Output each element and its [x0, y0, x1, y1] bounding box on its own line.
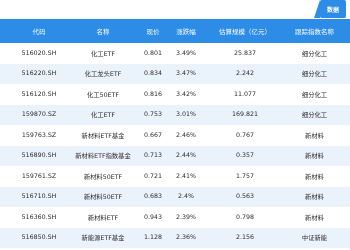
- cell-size: 11.077: [233, 90, 257, 98]
- cell-code: 159763.SZ: [21, 131, 57, 139]
- cell-change: 2.44%: [175, 152, 196, 160]
- cell-change: 2.36%: [175, 234, 196, 242]
- cell-code: 516020.SH: [21, 49, 57, 57]
- cell-size: 2.242: [235, 70, 255, 78]
- header-index: 跟踪指数名称: [295, 28, 334, 36]
- table-row: 516710.SH 新材料50ETF 0.683 2.4% 0.563 新材料: [0, 186, 350, 207]
- cell-name: 新材料ETF: [87, 214, 119, 222]
- cell-price: 0.683: [143, 193, 163, 201]
- table-row: 159870.SZ 化工ETF 0.753 3.01% 169.821 细分化工: [0, 104, 350, 125]
- table-row: 516020.SH 化工ETF 0.801 3.49% 25.837 细分化工: [0, 43, 350, 64]
- table-row: 159763.SZ 新材料ETF基金 0.667 2.46% 0.767 新材料: [0, 125, 350, 146]
- cell-price: 0.801: [143, 49, 163, 57]
- table-header: 代码 名称 现价 涨跌幅 估算规模（亿元） 跟踪指数名称: [0, 19, 350, 43]
- cell-price: 0.943: [143, 213, 163, 221]
- cell-price: 0.721: [143, 172, 163, 180]
- cell-change: 3.42%: [175, 90, 196, 98]
- cell-change: 2.39%: [175, 213, 196, 221]
- cell-index: 新材料: [305, 153, 324, 161]
- cell-name: 新能源ETF基金: [81, 235, 125, 243]
- cell-change: 3.01%: [175, 111, 196, 119]
- table-row: 516850.SH 新能源ETF基金 1.128 2.36% 2.156 中证新…: [0, 227, 350, 248]
- cell-code: 159870.SZ: [21, 111, 57, 119]
- table-row: 516220.SH 化工龙头ETF 0.834 3.47% 2.242 细分化工: [0, 63, 350, 84]
- cell-price: 1.128: [143, 234, 163, 242]
- cell-price: 0.713: [143, 152, 163, 160]
- cell-index: 细分化工: [301, 91, 328, 99]
- cell-price: 0.753: [143, 111, 163, 119]
- cell-code: 516710.SH: [21, 193, 57, 201]
- header-size: 估算规模（亿元）: [219, 28, 271, 36]
- cell-code: 516890.SH: [21, 152, 57, 160]
- cell-index: 新材料: [305, 214, 324, 222]
- cell-change: 3.47%: [175, 70, 196, 78]
- cell-price: 0.667: [143, 131, 163, 139]
- header-name: 名称: [96, 28, 110, 36]
- cell-index: 新材料: [305, 194, 324, 202]
- cell-code: 516120.SH: [21, 90, 57, 98]
- cell-name: 化工龙头ETF: [84, 71, 122, 79]
- cell-size: 1.757: [235, 172, 255, 180]
- cell-index: 细分化工: [301, 50, 328, 58]
- cell-index: 新材料: [305, 173, 324, 181]
- cell-name: 新材料50ETF: [83, 173, 123, 181]
- cell-size: 0.767: [235, 131, 255, 139]
- cell-size: 0.357: [235, 152, 255, 160]
- cell-change: 2.41%: [175, 172, 196, 180]
- cell-index: 细分化工: [301, 112, 328, 120]
- cell-code: 516220.SH: [21, 70, 57, 78]
- cell-name: 化工ETF: [90, 112, 116, 120]
- cell-index: 新材料: [305, 132, 324, 140]
- cell-size: 0.563: [235, 193, 255, 201]
- cell-name: 新材料ETF指数基金: [75, 153, 131, 161]
- table-row: 516360.SH 新材料ETF 0.943 2.39% 0.798 新材料: [0, 207, 350, 228]
- header-code: 代码: [32, 28, 46, 36]
- fund-table-screenshot: 数据 代码 名称 现价 涨跌幅 估算规模（亿元） 跟踪指数名称 516020.S…: [0, 0, 350, 250]
- header-change: 涨跌幅: [176, 28, 196, 36]
- cell-name: 化工ETF: [90, 50, 116, 58]
- brand-logo: 数据: [314, 0, 346, 18]
- cell-size: 169.821: [231, 111, 259, 119]
- header-price: 现价: [146, 28, 160, 36]
- cell-price: 0.816: [143, 90, 163, 98]
- cell-size: 2.156: [235, 234, 255, 242]
- cell-code: 516850.SH: [21, 234, 57, 242]
- table-row: 516890.SH 新材料ETF指数基金 0.713 2.44% 0.357 新…: [0, 145, 350, 166]
- cell-code: 159761.SZ: [21, 172, 57, 180]
- cell-change: 2.4%: [178, 193, 194, 201]
- cell-size: 0.798: [235, 213, 255, 221]
- cell-name: 化工50ETF: [86, 91, 120, 99]
- cell-index: 中证新能: [301, 235, 328, 243]
- cell-name: 新材料50ETF: [83, 194, 123, 202]
- table-body: 516020.SH 化工ETF 0.801 3.49% 25.837 细分化工 …: [0, 43, 350, 248]
- brand-logo-text: 数据: [326, 6, 339, 14]
- cell-size: 25.837: [233, 49, 257, 57]
- cell-name: 新材料ETF基金: [81, 132, 125, 140]
- cell-change: 2.46%: [175, 131, 196, 139]
- cell-price: 0.834: [143, 70, 163, 78]
- cell-index: 细分化工: [301, 71, 328, 79]
- cell-code: 516360.SH: [21, 213, 57, 221]
- table-row: 516120.SH 化工50ETF 0.816 3.42% 11.077 细分化…: [0, 84, 350, 105]
- cell-change: 3.49%: [175, 49, 196, 57]
- table-row: 159761.SZ 新材料50ETF 0.721 2.41% 1.757 新材料: [0, 166, 350, 187]
